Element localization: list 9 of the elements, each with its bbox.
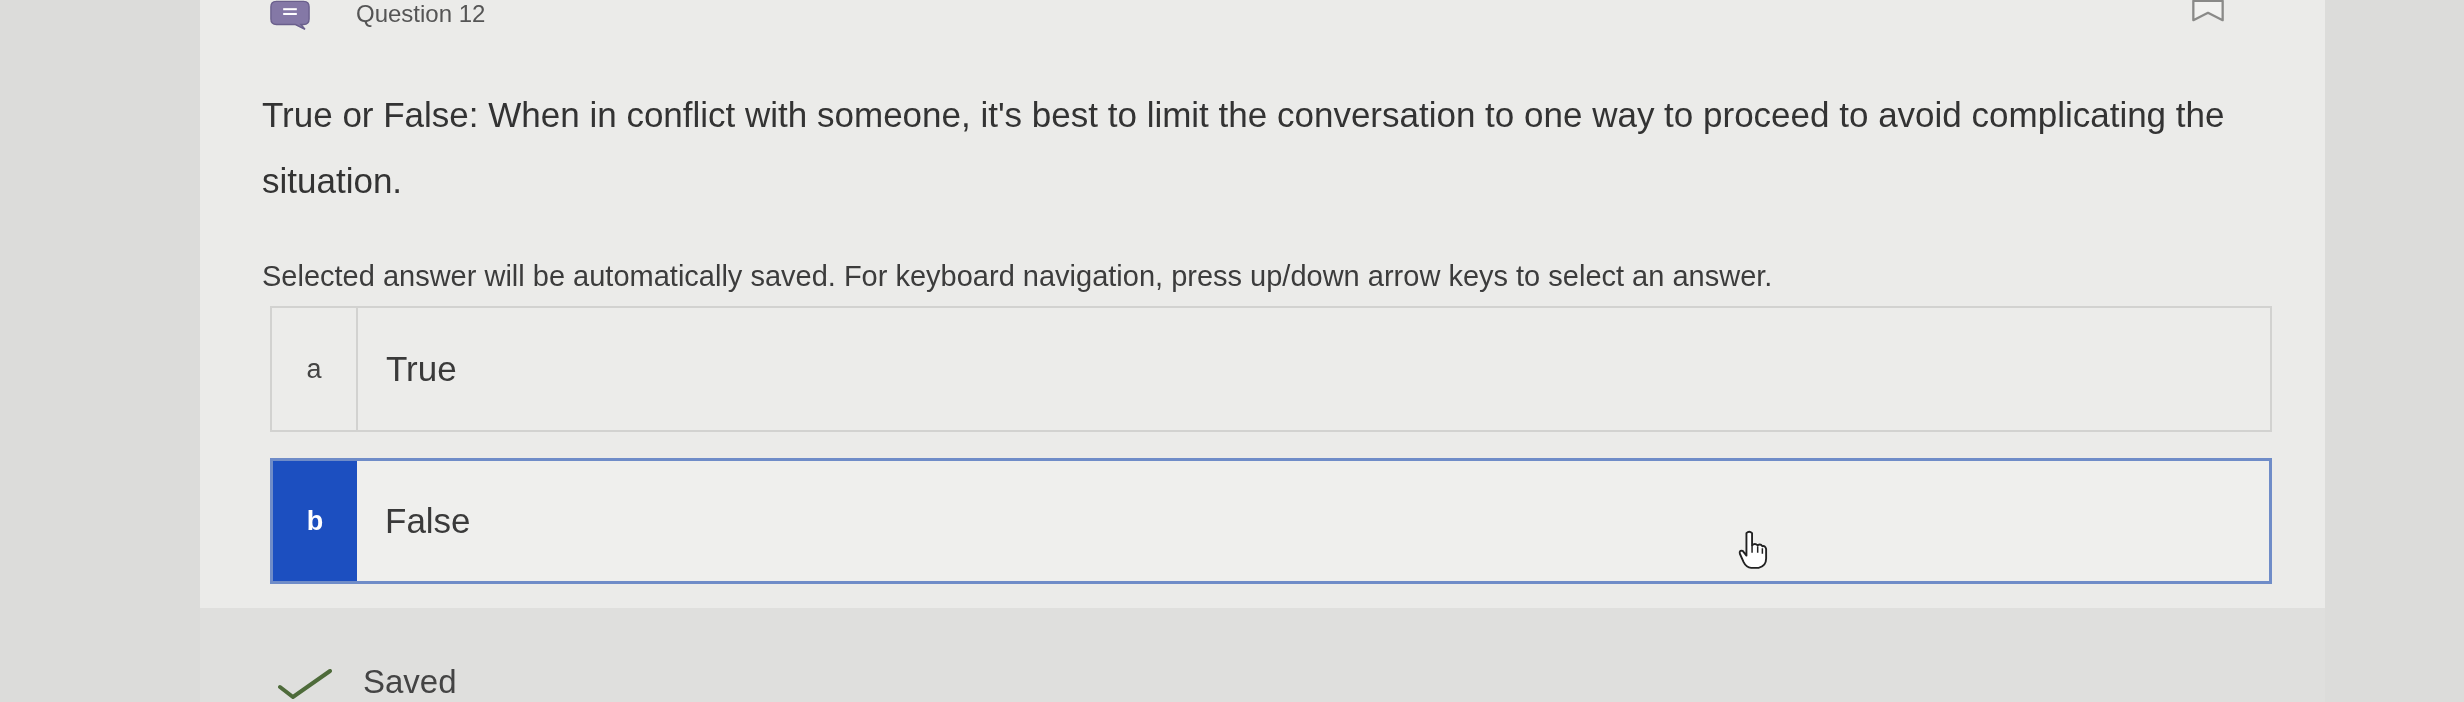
answer-option[interactable]: b False <box>270 458 2272 584</box>
instructions-text: Selected answer will be automatically saved. For keyboard navigation, press up/down arrow keys to select an answer. <box>262 259 1774 293</box>
question-title: Question 12 <box>356 0 486 28</box>
saved-status: Saved <box>363 663 457 701</box>
check-icon <box>277 669 333 699</box>
bookmark-icon[interactable] <box>2191 0 2225 22</box>
hand-pointer-icon <box>1738 530 1768 570</box>
answer-option[interactable]: a True <box>270 306 2272 432</box>
question-text: True or False: When in conflict with someone, it's best to limit the conversation to one way to proceed to avoid complicating the situation. <box>262 94 2226 202</box>
